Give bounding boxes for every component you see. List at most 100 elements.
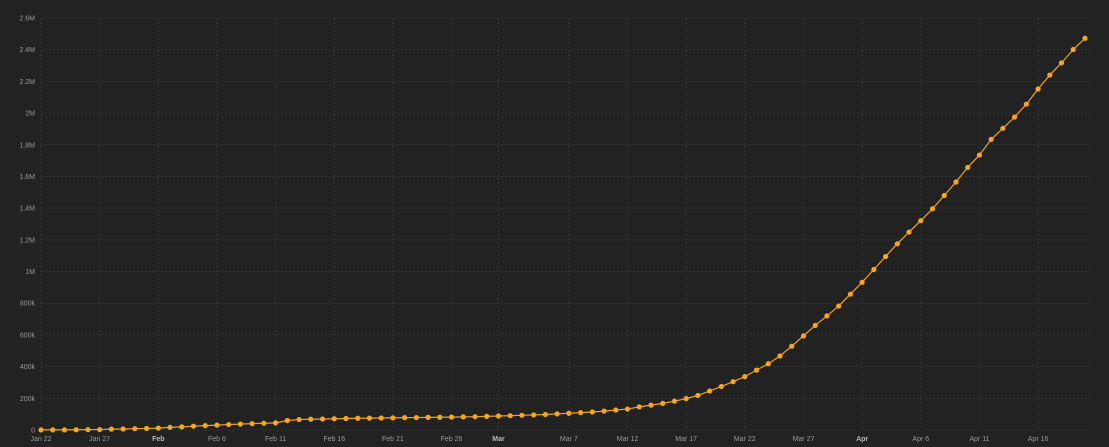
data-point[interactable] xyxy=(343,415,349,422)
data-point[interactable] xyxy=(249,421,255,427)
y-tick-label: 800k xyxy=(20,301,36,308)
data-point[interactable] xyxy=(753,367,760,373)
data-point[interactable] xyxy=(132,426,138,432)
data-point[interactable] xyxy=(765,361,771,367)
data-point[interactable] xyxy=(777,353,783,359)
data-point[interactable] xyxy=(929,206,936,212)
data-point[interactable] xyxy=(531,412,537,418)
data-point[interactable] xyxy=(660,400,666,406)
data-point[interactable] xyxy=(800,333,807,339)
data-point[interactable] xyxy=(953,179,959,185)
data-point[interactable] xyxy=(824,313,830,319)
data-point[interactable] xyxy=(965,164,971,171)
x-tick-label: Feb 21 xyxy=(382,436,404,443)
data-point[interactable] xyxy=(214,422,220,428)
data-point[interactable] xyxy=(273,420,279,426)
data-point[interactable] xyxy=(1082,35,1088,41)
data-point[interactable] xyxy=(1058,60,1065,66)
x-tick-label: Jan 27 xyxy=(89,436,110,443)
data-point[interactable] xyxy=(988,136,994,142)
data-point[interactable] xyxy=(1047,72,1053,78)
data-point[interactable] xyxy=(366,415,373,421)
data-point[interactable] xyxy=(85,427,91,433)
data-point[interactable] xyxy=(1070,46,1076,53)
data-point[interactable] xyxy=(695,392,701,399)
data-point[interactable] xyxy=(742,374,748,380)
data-point[interactable] xyxy=(507,413,513,419)
data-point[interactable] xyxy=(97,426,103,433)
data-point[interactable] xyxy=(871,266,877,273)
data-point[interactable] xyxy=(226,421,232,428)
data-point[interactable] xyxy=(707,388,713,394)
data-point[interactable] xyxy=(460,414,466,420)
data-point[interactable] xyxy=(941,192,947,199)
data-point[interactable] xyxy=(554,411,560,417)
data-point[interactable] xyxy=(836,303,842,309)
data-point[interactable] xyxy=(918,218,924,224)
data-point[interactable] xyxy=(425,414,431,420)
data-point[interactable] xyxy=(519,412,525,418)
data-point[interactable] xyxy=(789,343,795,349)
data-point[interactable] xyxy=(402,415,408,421)
data-point[interactable] xyxy=(120,426,126,432)
data-point[interactable] xyxy=(976,152,983,158)
data-point[interactable] xyxy=(495,413,502,419)
y-tick-label: 2.2M xyxy=(19,79,35,86)
data-point[interactable] xyxy=(296,416,302,423)
data-point[interactable] xyxy=(237,421,244,427)
data-point[interactable] xyxy=(167,424,173,430)
data-point[interactable] xyxy=(261,420,267,426)
data-point[interactable] xyxy=(308,416,314,422)
data-point[interactable] xyxy=(472,414,478,420)
data-point[interactable] xyxy=(636,404,642,410)
data-point[interactable] xyxy=(484,413,490,419)
data-point[interactable] xyxy=(730,379,736,385)
data-point[interactable] xyxy=(859,279,865,285)
data-point[interactable] xyxy=(73,427,79,433)
data-point[interactable] xyxy=(38,427,44,433)
data-point[interactable] xyxy=(812,322,818,329)
data-point[interactable] xyxy=(906,229,912,235)
data-point[interactable] xyxy=(108,426,114,432)
x-tick-label: Mar 27 xyxy=(793,436,815,443)
data-point[interactable] xyxy=(50,427,56,433)
data-point[interactable] xyxy=(190,423,197,429)
data-point[interactable] xyxy=(448,414,455,420)
data-point[interactable] xyxy=(378,415,384,421)
data-point[interactable] xyxy=(437,414,443,420)
data-point[interactable] xyxy=(202,423,208,429)
data-point[interactable] xyxy=(578,410,584,416)
data-point[interactable] xyxy=(1000,125,1006,131)
x-tick-label: Apr xyxy=(856,436,868,443)
data-point[interactable] xyxy=(355,415,361,421)
data-point[interactable] xyxy=(143,425,150,432)
data-point[interactable] xyxy=(589,409,595,415)
data-point[interactable] xyxy=(624,406,631,412)
y-tick-label: 200k xyxy=(20,396,36,403)
data-point[interactable] xyxy=(1012,114,1018,120)
data-point[interactable] xyxy=(390,415,396,421)
data-point[interactable] xyxy=(155,425,161,431)
data-point[interactable] xyxy=(671,398,678,404)
data-point[interactable] xyxy=(331,416,337,422)
data-point[interactable] xyxy=(894,241,900,247)
data-point[interactable] xyxy=(61,427,68,433)
y-tick-label: 1M xyxy=(25,269,35,276)
data-point[interactable] xyxy=(601,408,607,414)
x-tick-label: Feb 6 xyxy=(208,436,226,443)
data-point[interactable] xyxy=(683,396,689,402)
x-tick-label: Apr 6 xyxy=(912,436,929,443)
data-point[interactable] xyxy=(542,411,549,418)
data-point[interactable] xyxy=(566,410,572,416)
data-point[interactable] xyxy=(613,407,619,413)
data-point[interactable] xyxy=(1023,101,1029,107)
data-point[interactable] xyxy=(1035,86,1041,92)
data-point[interactable] xyxy=(718,383,724,390)
data-point[interactable] xyxy=(882,253,889,260)
data-point[interactable] xyxy=(284,417,290,424)
data-point[interactable] xyxy=(319,416,326,422)
data-point[interactable] xyxy=(648,402,654,408)
data-point[interactable] xyxy=(847,291,853,297)
data-point[interactable] xyxy=(179,424,185,430)
data-point[interactable] xyxy=(413,414,419,421)
